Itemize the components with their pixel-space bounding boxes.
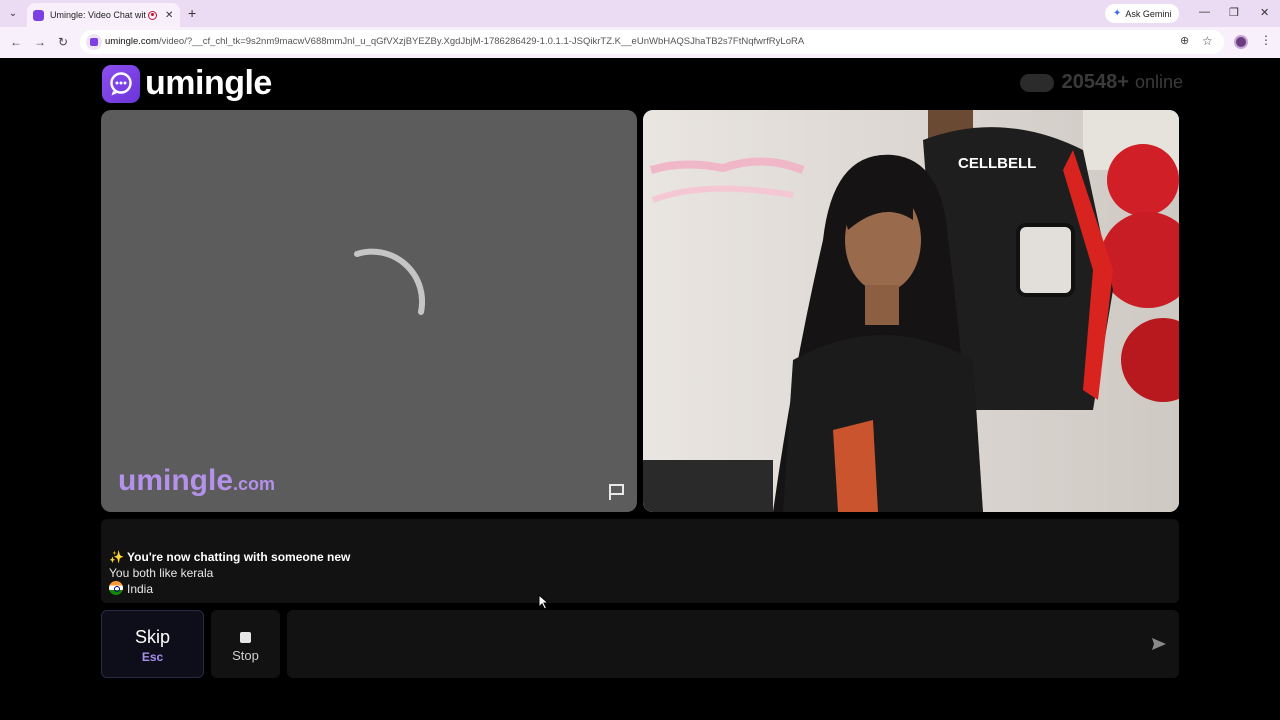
more-menu-icon[interactable]: ⋮ xyxy=(1260,33,1272,47)
stop-button[interactable]: Stop xyxy=(211,610,280,678)
message-composer xyxy=(287,610,1179,678)
umingle-page: umingle 20548+ online umingle.com CELLBE… xyxy=(0,58,1280,720)
mouse-cursor-icon xyxy=(538,594,550,610)
tab-close-icon[interactable]: ✕ xyxy=(165,10,173,21)
loading-spinner-icon xyxy=(354,248,425,315)
chat-log: ✨ You're now chatting with someone new Y… xyxy=(101,519,1179,603)
logo-wordmark: umingle xyxy=(145,64,272,102)
recording-indicator-icon xyxy=(148,10,157,20)
india-flag-icon xyxy=(109,581,123,595)
close-window-icon[interactable]: ✕ xyxy=(1260,6,1269,19)
minimize-icon[interactable]: — xyxy=(1199,6,1210,18)
browser-toolbar: ← → ↻ umingle.com/video/?__cf_chl_tk=9s2… xyxy=(0,27,1280,58)
stop-square-icon xyxy=(240,632,251,643)
online-status-toggle xyxy=(1019,73,1054,92)
skip-label: Skip xyxy=(134,627,170,647)
umingle-favicon-icon xyxy=(33,9,44,21)
site-info-icon[interactable] xyxy=(86,34,102,50)
new-tab-button[interactable]: + xyxy=(188,5,196,21)
umingle-logo[interactable]: umingle xyxy=(102,64,272,103)
country-label: India xyxy=(127,582,154,596)
ask-gemini-button[interactable]: ✦ Ask Gemini xyxy=(1105,4,1180,23)
back-arrow-icon[interactable]: ← xyxy=(10,35,22,49)
gemini-sparkle-icon: ✦ xyxy=(1113,8,1122,19)
umingle-watermark: umingle.com xyxy=(118,464,276,497)
ask-gemini-label: Ask Gemini xyxy=(1125,8,1172,19)
stranger-video-panel: umingle.com xyxy=(101,110,637,512)
report-flag-icon[interactable] xyxy=(607,482,627,502)
restore-window-icon[interactable]: ❐ xyxy=(1229,6,1239,19)
send-icon[interactable] xyxy=(1151,636,1167,652)
stop-label: Stop xyxy=(232,648,259,663)
profile-avatar[interactable] xyxy=(1234,35,1248,49)
skip-shortcut-key: Esc xyxy=(141,650,164,664)
webcam-feed-image: CELLBELL xyxy=(643,110,1179,512)
url-text[interactable]: umingle.com/video/?__cf_chl_tk=9s2nm9mac… xyxy=(105,36,804,47)
online-counter: 20548+ online xyxy=(1019,71,1183,94)
tab-title: Umingle: Video Chat with Stranger xyxy=(50,10,146,20)
browser-tab-bar: ⌄ Umingle: Video Chat with Stranger ✕ + … xyxy=(0,0,1280,27)
tab-search-chevron-icon[interactable]: ⌄ xyxy=(4,4,22,22)
common-interest-message: You both like kerala xyxy=(109,566,214,580)
stranger-country: India xyxy=(109,581,153,596)
message-input[interactable] xyxy=(287,610,1137,678)
reload-icon[interactable]: ↻ xyxy=(58,35,68,49)
new-chat-message: ✨ You're now chatting with someone new xyxy=(109,550,351,564)
self-webcam-video: CELLBELL xyxy=(643,110,1179,512)
skip-button[interactable]: Skip Esc xyxy=(101,610,204,678)
browser-tab-umingle[interactable]: Umingle: Video Chat with Stranger ✕ xyxy=(27,3,180,27)
address-bar[interactable]: umingle.com/video/?__cf_chl_tk=9s2nm9mac… xyxy=(80,30,1224,54)
svg-text:CELLBELL: CELLBELL xyxy=(958,155,1036,172)
forward-arrow-icon[interactable]: → xyxy=(34,35,46,49)
bookmark-star-icon[interactable]: ☆ xyxy=(1202,34,1213,48)
online-label: online xyxy=(1134,72,1183,92)
chat-bubble-logo-icon xyxy=(102,64,140,103)
online-count: 20548+ xyxy=(1061,71,1129,93)
zoom-icon[interactable]: ⊕ xyxy=(1180,34,1189,47)
